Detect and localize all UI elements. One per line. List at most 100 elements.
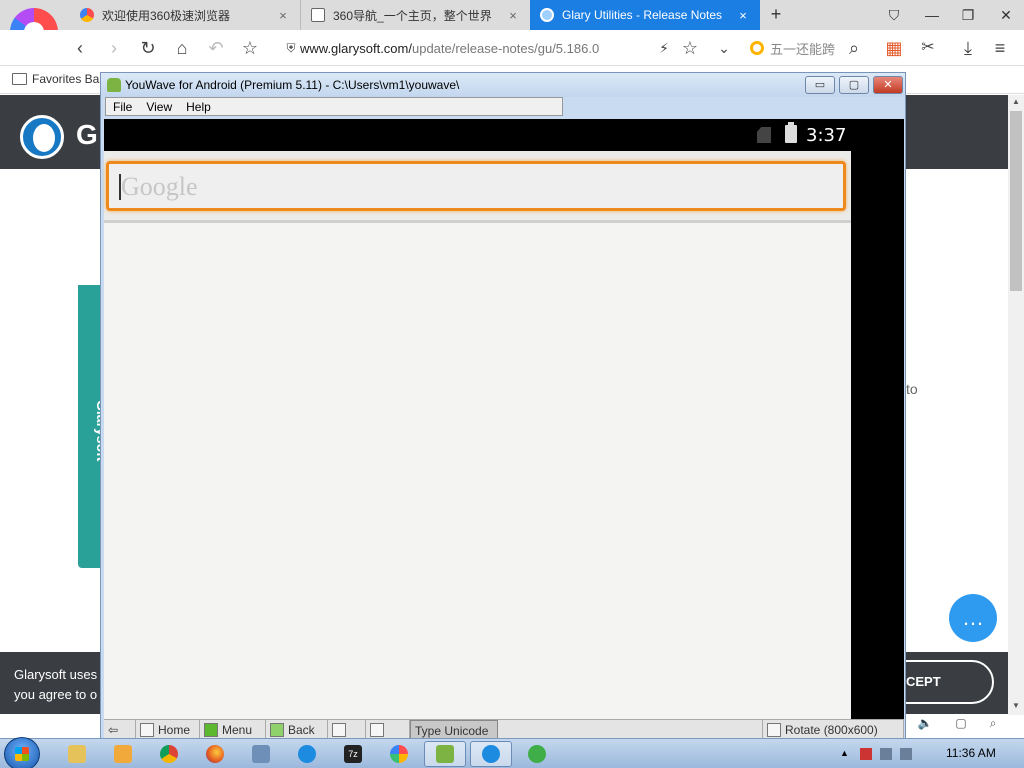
window-icon[interactable]: ▢ <box>955 716 966 738</box>
taskbar-glary-utilities[interactable] <box>286 741 328 767</box>
taskbar-360-browser[interactable] <box>378 741 420 767</box>
taskbar-remote-desktop[interactable] <box>240 741 282 767</box>
address-url: www.glarysoft.com/update/release-notes/g… <box>300 41 599 56</box>
tab-label: Glary Utilities - Release Notes <box>562 8 723 22</box>
search-icon[interactable]: ⌕ <box>842 36 866 60</box>
cookie-text: Glarysoft uses you agree to o <box>14 667 98 702</box>
favorites-bar-label[interactable]: Favorites Bar <box>32 72 103 86</box>
minimize-button[interactable]: — <box>922 5 942 25</box>
scrollbar-thumb[interactable] <box>1010 111 1022 291</box>
bookmark-star-icon[interactable]: ☆ <box>678 36 702 60</box>
android-icon <box>436 745 454 763</box>
reload-button[interactable]: ↻ <box>136 36 160 60</box>
menu-view[interactable]: View <box>139 98 179 115</box>
tab-favicon-icon <box>80 8 94 22</box>
taskbar-chrome[interactable] <box>148 741 190 767</box>
chat-bubble-icon[interactable]: … <box>949 594 997 642</box>
tab-360-nav[interactable]: 360导航_一个主页，整个世界 × <box>300 0 530 30</box>
security-shield-icon[interactable]: ⛨ <box>282 36 300 60</box>
start-button[interactable] <box>4 737 40 768</box>
toolbar-back-label: Back <box>288 723 315 737</box>
back-arrow-icon <box>270 723 284 737</box>
taskbar-clock[interactable]: 11:36 AM <box>946 746 996 760</box>
volume-up-icon <box>370 723 384 737</box>
tab-close-icon[interactable]: × <box>506 8 520 23</box>
pin-icon[interactable]: ⛉ <box>884 5 904 25</box>
taskbar-youwave[interactable] <box>424 741 466 767</box>
taskbar-7zip[interactable]: 7z <box>332 741 374 767</box>
lightning-icon[interactable]: ⚡ <box>652 36 676 60</box>
folder-icon <box>12 73 27 85</box>
play-icon <box>528 745 546 763</box>
no-sim-icon <box>757 127 771 143</box>
tab-glary-release-notes[interactable]: Glary Utilities - Release Notes × <box>530 0 760 30</box>
volume-icon[interactable] <box>900 748 912 760</box>
download-icon[interactable]: ⤓ <box>956 36 980 60</box>
scroll-up-icon[interactable]: ▲ <box>1008 95 1024 109</box>
undo-close-button[interactable]: ↶ <box>204 36 228 60</box>
system-tray: ▲ 11:36 AM <box>840 739 1024 768</box>
menu-file[interactable]: File <box>106 98 139 115</box>
toolbar-home-label: Home <box>158 723 191 737</box>
page-scrollbar[interactable]: ▲ ▼ <box>1008 95 1024 715</box>
youwave-close-button[interactable]: ✕ <box>873 76 903 94</box>
google-search-widget: Google <box>104 151 851 223</box>
tab-label: 360导航_一个主页，整个世界 <box>333 8 492 23</box>
menu-icon <box>204 723 218 737</box>
restore-button[interactable]: ❐ <box>958 5 978 25</box>
home-button[interactable]: ⌂ <box>170 36 194 60</box>
android-side-panel <box>851 151 904 719</box>
menu-help[interactable]: Help <box>179 98 218 115</box>
new-tab-button[interactable]: + <box>766 4 786 24</box>
battery-icon <box>785 122 797 143</box>
home-icon <box>140 723 154 737</box>
taskbar-player[interactable] <box>516 741 558 767</box>
action-center-icon[interactable] <box>860 748 872 760</box>
tab-label: 欢迎使用360极速浏览器 <box>102 8 231 23</box>
url-host: www.glarysoft.com/ <box>300 40 412 56</box>
google-search-input[interactable]: Google <box>106 161 846 211</box>
menu-icon[interactable]: ≡ <box>988 36 1012 60</box>
google-placeholder: Google <box>121 172 198 201</box>
taskbar-glary-active[interactable] <box>470 741 512 767</box>
android-home-screen[interactable]: Google <box>104 151 851 719</box>
taskbar-media-player[interactable] <box>102 741 144 767</box>
tab-close-icon[interactable]: × <box>276 8 290 23</box>
glarysoft-logo-icon[interactable] <box>20 115 64 159</box>
taskbar-firefox[interactable] <box>194 741 236 767</box>
android-screen[interactable]: 3:37 Google <box>104 119 904 719</box>
tab-welcome[interactable]: 欢迎使用360极速浏览器 × <box>70 0 300 30</box>
favorite-star-icon[interactable]: ☆ <box>238 36 262 60</box>
youwave-minimize-button[interactable]: ▭ <box>805 76 835 94</box>
zoom-icon[interactable]: ⌕ <box>990 716 997 738</box>
youwave-titlebar[interactable]: YouWave for Android (Premium 5.11) - C:\… <box>101 73 905 97</box>
scroll-down-icon[interactable]: ▼ <box>1008 699 1024 713</box>
android-status-bar: 3:37 <box>104 119 904 151</box>
close-window-button[interactable]: ✕ <box>996 5 1016 25</box>
youwave-maximize-button[interactable]: ▢ <box>839 76 869 94</box>
network-icon[interactable] <box>880 748 892 760</box>
page-text-snippet: to <box>906 381 918 397</box>
windows-taskbar: 7z ▲ 11:36 AM <box>0 737 1024 768</box>
tray-expand-icon[interactable]: ▲ <box>840 748 852 760</box>
site-logo-text: G <box>76 119 98 150</box>
youwave-menubar: File View Help <box>105 97 563 116</box>
volume-down-icon <box>332 723 346 737</box>
windows-logo-icon <box>15 747 29 761</box>
browser-status-icons: 🔈 ▢ ⌕ <box>906 716 1008 738</box>
url-path: update/release-notes/gu/5.186.0 <box>411 40 600 56</box>
arrows-icon: ⇦ <box>108 723 119 737</box>
search-placeholder: 五一还能跨 <box>770 41 836 57</box>
tab-close-icon[interactable]: × <box>736 8 750 23</box>
media-player-icon <box>114 745 132 763</box>
screenshot-scissors-icon[interactable]: ✂ <box>916 36 940 60</box>
sound-icon[interactable]: 🔈 <box>917 716 932 738</box>
address-bar[interactable]: ⛨ www.glarysoft.com/update/release-notes… <box>282 36 642 60</box>
address-dropdown-icon[interactable]: ⌄ <box>712 36 736 60</box>
youwave-window: YouWave for Android (Premium 5.11) - C:\… <box>100 72 906 741</box>
back-button[interactable]: ‹ <box>68 36 92 60</box>
apps-grid-icon[interactable]: ▦ <box>882 36 906 60</box>
taskbar-explorer[interactable] <box>56 741 98 767</box>
search-engine-icon <box>750 41 764 55</box>
forward-button[interactable]: › <box>102 36 126 60</box>
